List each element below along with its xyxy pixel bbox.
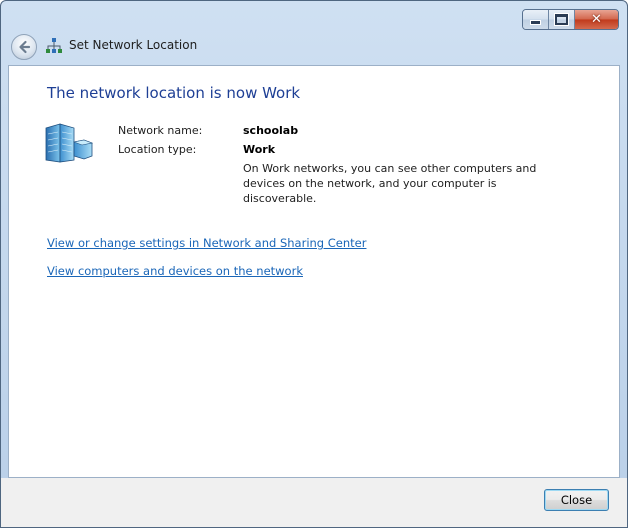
page-heading: The network location is now Work xyxy=(47,84,301,102)
back-arrow-icon xyxy=(19,40,31,54)
location-description: On Work networks, you can see other comp… xyxy=(243,162,537,205)
close-window-button[interactable]: ✕ xyxy=(575,10,618,29)
window-title: Set Network Location xyxy=(69,38,198,52)
network-name-value: schoolab xyxy=(243,124,299,137)
minimize-button[interactable] xyxy=(523,10,549,29)
network-name-label: Network name: xyxy=(118,124,203,137)
close-button[interactable]: Close xyxy=(544,489,609,511)
maximize-button[interactable] xyxy=(549,10,575,29)
network-sharing-center-link[interactable]: View or change settings in Network and S… xyxy=(47,236,366,250)
caption-buttons: ✕ xyxy=(522,9,619,30)
work-network-icon xyxy=(45,123,94,163)
location-type-label: Location type: xyxy=(118,143,197,156)
view-computers-link[interactable]: View computers and devices on the networ… xyxy=(47,264,303,278)
location-type-value: Work xyxy=(243,143,276,156)
title-bar: ✕ Set Network Location xyxy=(1,1,627,65)
footer-bar xyxy=(1,478,627,527)
back-button[interactable] xyxy=(11,34,37,60)
close-icon: ✕ xyxy=(591,12,602,27)
wizard-window: ✕ Set Network Location The network locat… xyxy=(0,0,628,528)
network-icon xyxy=(46,38,62,53)
maximize-icon xyxy=(555,14,568,25)
minimize-icon xyxy=(530,20,541,25)
content-panel: The network location is now Work Network… xyxy=(8,65,620,478)
